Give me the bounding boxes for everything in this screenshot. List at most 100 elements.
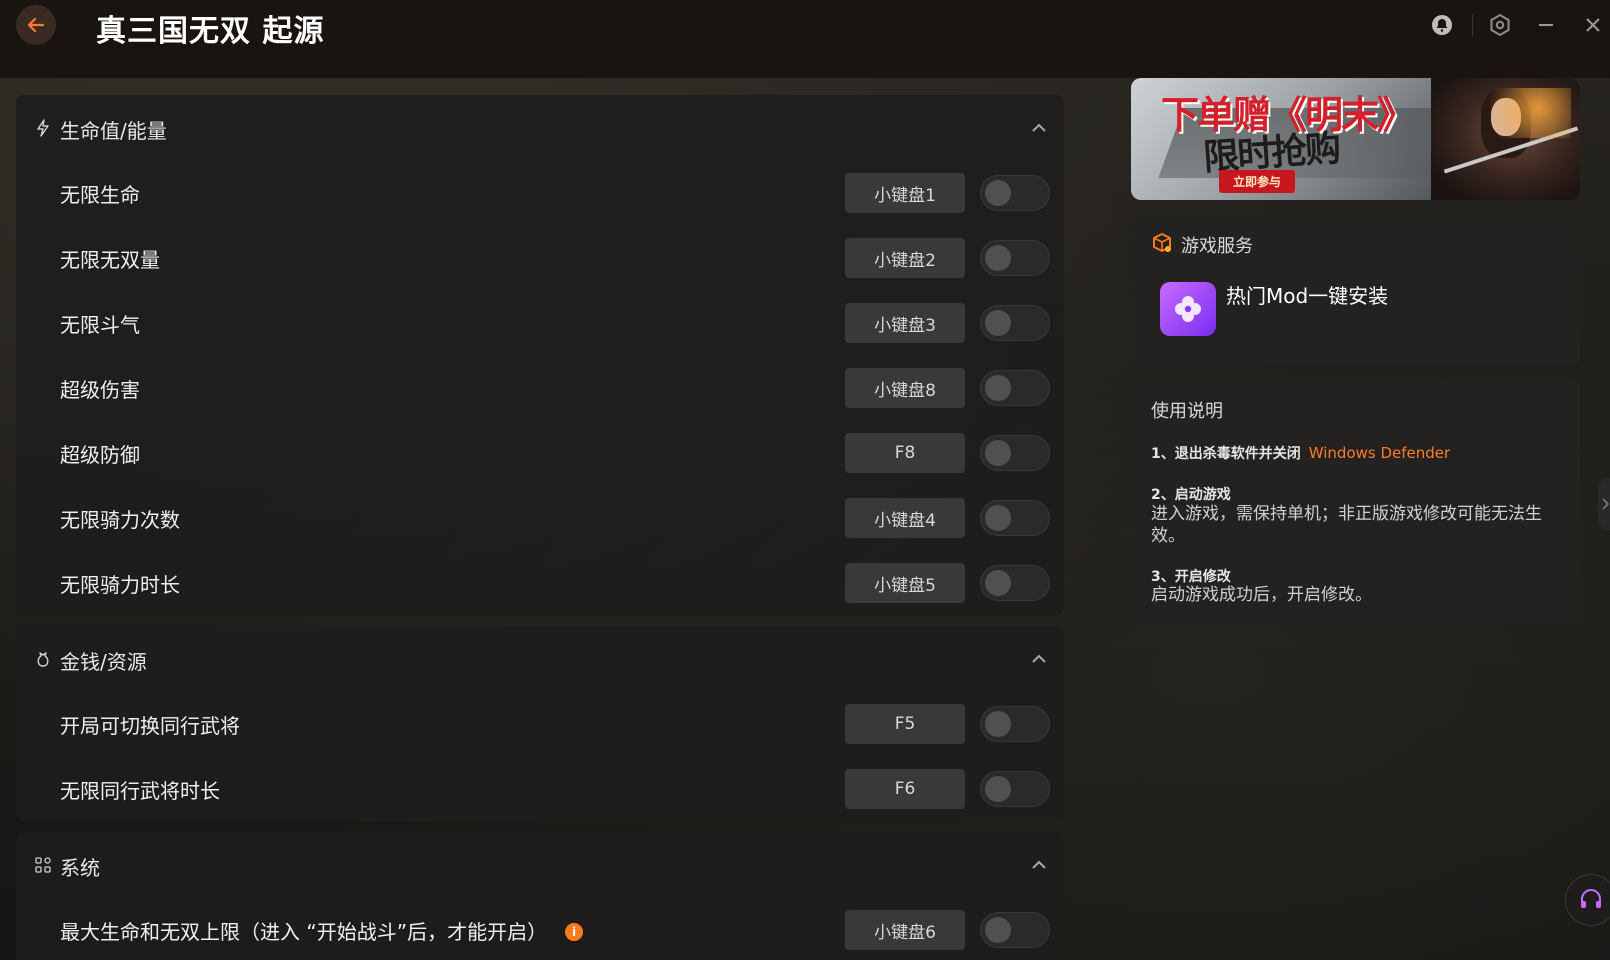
cheat-label: 开局可切换同行武将 bbox=[60, 714, 240, 738]
headset-icon bbox=[1581, 889, 1601, 908]
toggle-knob bbox=[985, 711, 1011, 737]
cheat-label: 无限斗气 bbox=[60, 313, 140, 337]
instructions-title: 使用说明 bbox=[1151, 401, 1223, 422]
section-header[interactable]: 金钱/资源 bbox=[16, 626, 1064, 692]
cheat-toggle[interactable] bbox=[980, 912, 1050, 948]
cheat-toggle[interactable] bbox=[980, 771, 1050, 807]
game-service-title: 游戏服务 bbox=[1181, 236, 1253, 257]
toggle-knob bbox=[985, 180, 1011, 206]
cheat-label: 无限同行武将时长 bbox=[60, 779, 220, 803]
section-header[interactable]: 生命值/能量 bbox=[16, 95, 1064, 161]
cheat-label: 无限骑力次数 bbox=[60, 508, 180, 532]
cheat-toggle[interactable] bbox=[980, 305, 1050, 341]
cheat-label: 最大生命和无双上限（进入 “开始战斗”后，才能开启） bbox=[60, 920, 548, 944]
hotkey-button[interactable]: F6 bbox=[845, 769, 965, 809]
chevron-right-icon bbox=[1602, 498, 1610, 510]
money-bag-icon bbox=[37, 652, 49, 667]
chevron-up-icon[interactable] bbox=[1028, 117, 1050, 139]
close-icon bbox=[1586, 18, 1600, 32]
notification-button[interactable] bbox=[1427, 10, 1457, 40]
game-title: 真三国无双 起源 bbox=[96, 14, 325, 49]
chevron-up-icon[interactable] bbox=[1028, 854, 1050, 876]
cheat-row: 无限同行武将时长 F6 bbox=[16, 757, 1064, 822]
hotkey-button[interactable]: 小键盘1 bbox=[845, 173, 965, 213]
section-system: 系统 最大生命和无双上限（进入 “开始战斗”后，才能开启） i 小键盘6 bbox=[16, 832, 1064, 960]
cheat-toggle[interactable] bbox=[980, 706, 1050, 742]
toggle-knob bbox=[985, 245, 1011, 271]
cheat-toggle[interactable] bbox=[980, 370, 1050, 406]
toggle-knob bbox=[985, 505, 1011, 531]
windows-defender-link[interactable]: Windows Defender bbox=[1309, 444, 1450, 462]
step-1-title: 1、退出杀毒软件并关闭 Windows Defender bbox=[1151, 443, 1450, 463]
app-window: 真三国无双 起源 生命值/能量 无限生命 小键盘1 无限无双量 小键盘2 无限斗… bbox=[0, 0, 1610, 960]
toggle-knob bbox=[985, 917, 1011, 943]
hotkey-button[interactable]: 小键盘4 bbox=[845, 498, 965, 538]
hotkey-button[interactable]: 小键盘2 bbox=[845, 238, 965, 278]
cheat-toggle[interactable] bbox=[980, 500, 1050, 536]
toggle-knob bbox=[985, 570, 1011, 596]
chevron-up-icon[interactable] bbox=[1028, 648, 1050, 670]
grid-settings-icon bbox=[35, 857, 51, 873]
toggle-knob bbox=[985, 440, 1011, 466]
step-2-text: 进入游戏，需保持单机；非正版游戏修改可能无法生效。 bbox=[1151, 504, 1542, 546]
section-title: 系统 bbox=[60, 856, 100, 880]
toggle-knob bbox=[985, 310, 1011, 336]
step-3-title: 3、开启修改 bbox=[1151, 569, 1231, 585]
settings-icon bbox=[1490, 13, 1510, 37]
cheat-row: 开局可切换同行武将 F5 bbox=[16, 692, 1064, 757]
support-button[interactable] bbox=[1565, 874, 1610, 926]
cheat-row: 无限骑力次数 小键盘4 bbox=[16, 486, 1064, 551]
close-button[interactable] bbox=[1578, 10, 1608, 40]
info-icon[interactable]: i bbox=[565, 922, 584, 941]
hotkey-button[interactable]: 小键盘6 bbox=[845, 910, 965, 950]
game-service-card: 游戏服务 热门Mod一键安装 bbox=[1131, 212, 1580, 366]
step-2-title: 2、启动游戏 bbox=[1151, 487, 1231, 503]
cheat-row: 超级伤害 小键盘8 bbox=[16, 356, 1064, 421]
cheat-row: 最大生命和无双上限（进入 “开始战斗”后，才能开启） i 小键盘6 bbox=[16, 898, 1064, 960]
section-title: 金钱/资源 bbox=[60, 650, 147, 674]
section-health-energy: 生命值/能量 无限生命 小键盘1 无限无双量 小键盘2 无限斗气 小键盘3 超级… bbox=[16, 95, 1064, 616]
step-3-text: 启动游戏成功后，开启修改。 bbox=[1151, 585, 1372, 605]
box-icon bbox=[1153, 233, 1171, 252]
hotkey-button[interactable]: 小键盘3 bbox=[845, 303, 965, 343]
lightning-icon bbox=[37, 119, 49, 137]
cheat-label: 超级防御 bbox=[60, 443, 140, 467]
minimize-icon bbox=[1539, 24, 1553, 26]
hotkey-button[interactable]: F5 bbox=[845, 704, 965, 744]
flower-icon bbox=[1175, 296, 1201, 322]
usage-instructions-card: 使用说明 1、退出杀毒软件并关闭 Windows Defender 2、启动游戏 … bbox=[1131, 377, 1580, 624]
mod-install-icon[interactable] bbox=[1160, 282, 1216, 336]
cheat-toggle[interactable] bbox=[980, 435, 1050, 471]
title-separator bbox=[1472, 14, 1473, 36]
promo-banner[interactable]: 下单赠《明末》 限时抢购 立即参与 bbox=[1131, 78, 1580, 200]
side-panel-handle[interactable] bbox=[1598, 478, 1610, 530]
cheat-toggle[interactable] bbox=[980, 240, 1050, 276]
toggle-knob bbox=[985, 375, 1011, 401]
hotkey-button[interactable]: 小键盘8 bbox=[845, 368, 965, 408]
section-title: 生命值/能量 bbox=[60, 119, 167, 143]
cheat-toggle[interactable] bbox=[980, 175, 1050, 211]
hotkey-button[interactable]: 小键盘5 bbox=[845, 563, 965, 603]
cheat-label-row: 最大生命和无双上限（进入 “开始战斗”后，才能开启） i bbox=[60, 916, 584, 945]
minimize-button[interactable] bbox=[1531, 10, 1561, 40]
cheat-row: 无限生命 小键盘1 bbox=[16, 161, 1064, 226]
banner-sparks bbox=[1461, 88, 1571, 138]
cheat-label: 无限无双量 bbox=[60, 248, 160, 272]
section-money-resources: 金钱/资源 开局可切换同行武将 F5 无限同行武将时长 F6 bbox=[16, 626, 1064, 821]
hotkey-button[interactable]: F8 bbox=[845, 433, 965, 473]
cheat-toggle[interactable] bbox=[980, 565, 1050, 601]
settings-button[interactable] bbox=[1485, 10, 1515, 40]
cheat-label: 无限生命 bbox=[60, 183, 140, 207]
back-button[interactable] bbox=[16, 5, 56, 45]
notification-icon bbox=[1432, 15, 1452, 35]
step-1-label: 1、退出杀毒软件并关闭 bbox=[1151, 446, 1301, 462]
cheat-row: 无限骑力时长 小键盘5 bbox=[16, 551, 1064, 616]
mod-install-link[interactable]: 热门Mod一键安装 bbox=[1226, 280, 1388, 309]
cheat-row: 无限斗气 小键盘3 bbox=[16, 291, 1064, 356]
cheat-row: 无限无双量 小键盘2 bbox=[16, 226, 1064, 291]
banner-cta-button[interactable]: 立即参与 bbox=[1219, 170, 1296, 193]
cheat-row: 超级防御 F8 bbox=[16, 421, 1064, 486]
section-header[interactable]: 系统 bbox=[16, 832, 1064, 898]
cheat-label: 无限骑力时长 bbox=[60, 573, 180, 597]
arrow-left-icon bbox=[27, 17, 45, 33]
